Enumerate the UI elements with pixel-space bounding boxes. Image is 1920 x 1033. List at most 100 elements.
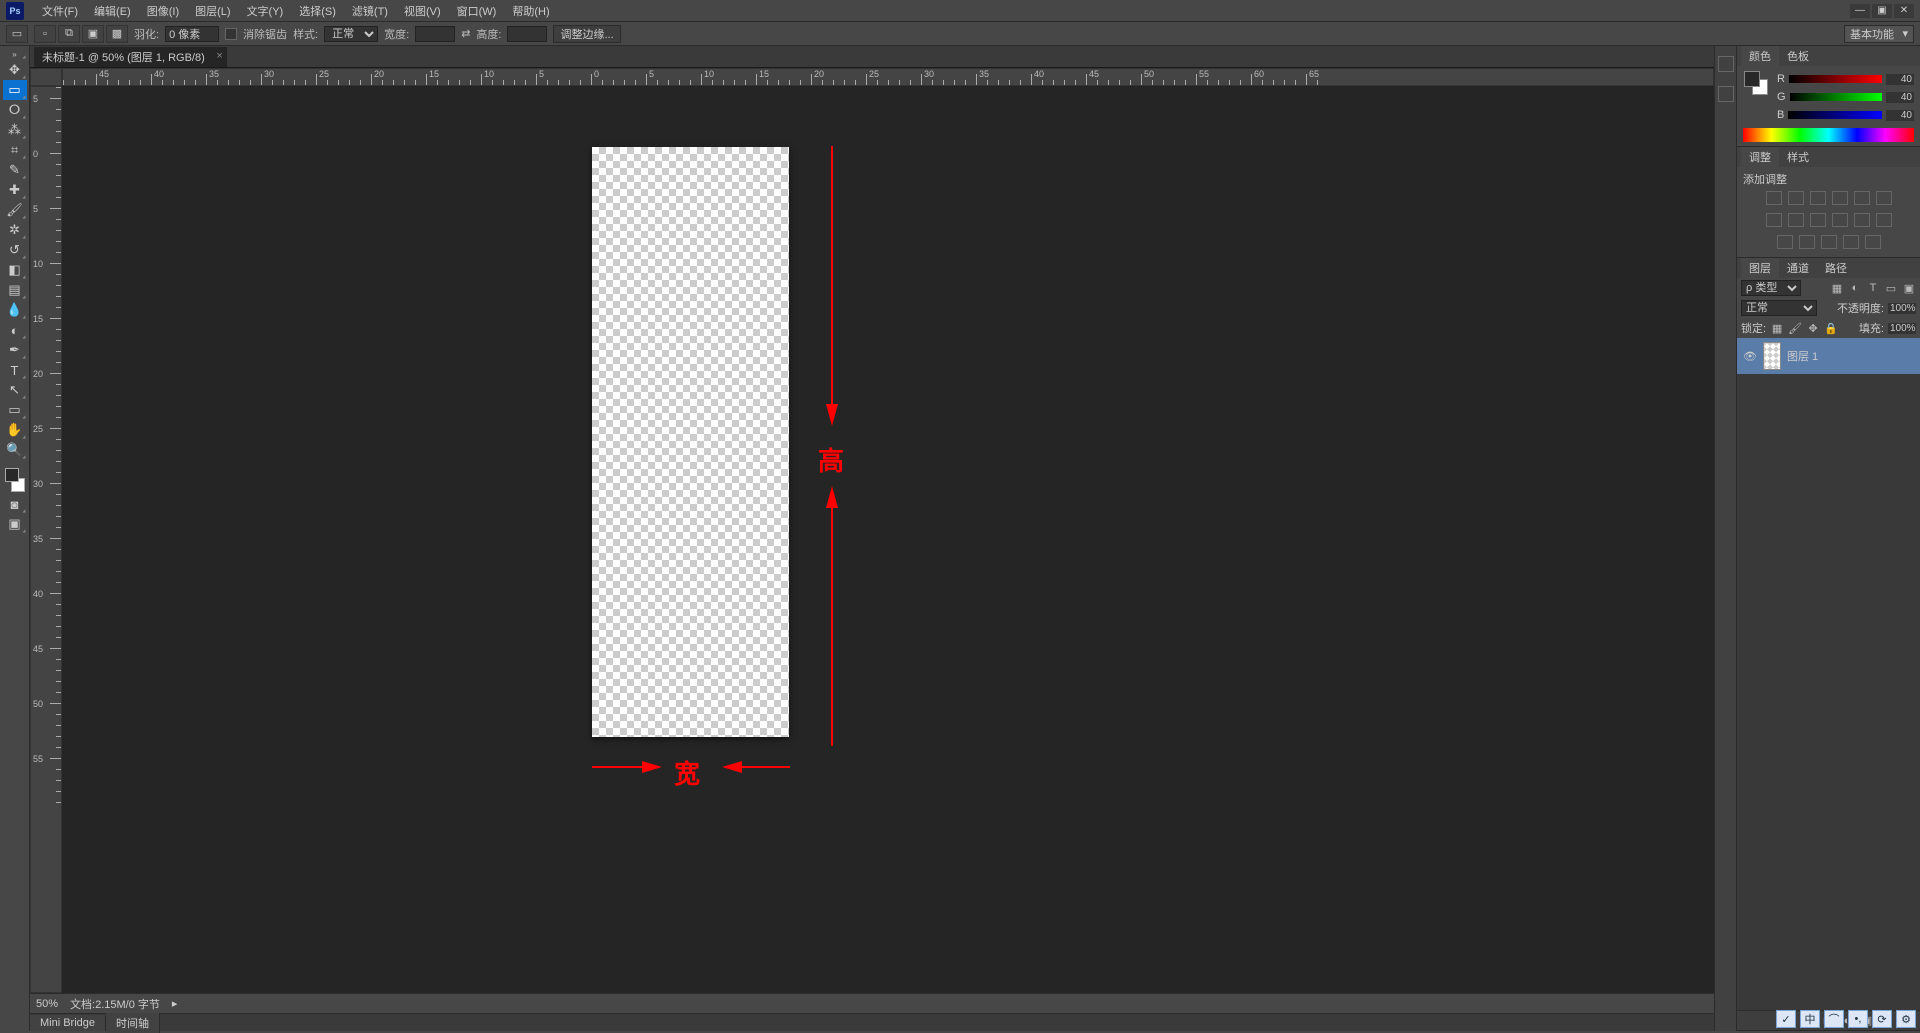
gradient-tool[interactable]: ▤ — [3, 280, 27, 300]
menu-edit[interactable]: 编辑(E) — [86, 0, 139, 22]
ruler-vertical[interactable]: 50510152025303540455055 — [30, 86, 62, 993]
b-value[interactable]: 40 — [1886, 110, 1914, 121]
sel-add-icon[interactable]: ⧉ — [58, 25, 80, 43]
tab-layers[interactable]: 图层 — [1741, 258, 1779, 278]
adj-brightness-icon[interactable] — [1766, 191, 1782, 205]
ime-btn-1[interactable]: ✓ — [1776, 1010, 1796, 1028]
shape-tool[interactable]: ▭ — [3, 400, 27, 420]
workspace-selector[interactable]: 基本功能▾ — [1844, 25, 1914, 43]
doc-info[interactable]: 文档:2.15M/0 字节 — [70, 996, 160, 1012]
adj-lookup-icon[interactable] — [1832, 213, 1848, 227]
menu-type[interactable]: 文字(Y) — [239, 0, 292, 22]
adj-poster-icon[interactable] — [1876, 213, 1892, 227]
ruler-horizontal[interactable]: 4540353025201510505101520253035404550556… — [62, 68, 1714, 86]
layer-name[interactable]: 图层 1 — [1787, 348, 1818, 364]
adj-invert-icon[interactable] — [1854, 213, 1870, 227]
adj-mixer-icon[interactable] — [1810, 213, 1826, 227]
layers-empty-area[interactable] — [1737, 374, 1920, 1010]
hand-tool[interactable]: ✋ — [3, 420, 27, 440]
adj-hue-icon[interactable] — [1876, 191, 1892, 205]
tab-adjust[interactable]: 调整 — [1741, 147, 1779, 167]
crop-tool[interactable]: ⌗ — [3, 140, 27, 160]
foreground-swatch[interactable] — [5, 468, 19, 482]
type-tool[interactable]: T — [3, 360, 27, 380]
collapse-icon[interactable]: » — [3, 48, 27, 60]
panel-swatches[interactable] — [1743, 70, 1769, 96]
pen-tool[interactable]: ✒ — [3, 340, 27, 360]
screenmode-tool[interactable]: ▣ — [3, 514, 27, 534]
filter-shape-icon[interactable]: ▭ — [1884, 281, 1898, 295]
b-slider[interactable] — [1788, 111, 1882, 119]
quickmask-tool[interactable]: ◙ — [3, 494, 27, 514]
tab-swatches[interactable]: 色板 — [1779, 46, 1817, 66]
adj-bw-icon[interactable] — [1766, 213, 1782, 227]
g-value[interactable]: 40 — [1886, 92, 1914, 103]
ime-btn-3[interactable]: ⌒ — [1824, 1010, 1844, 1028]
blend-mode-select[interactable]: 正常 — [1741, 300, 1817, 316]
lock-all-icon[interactable]: 🔒 — [1824, 321, 1838, 335]
menu-layer[interactable]: 图层(L) — [187, 0, 238, 22]
brush-tool[interactable]: 🖌 — [3, 200, 27, 220]
adj-selcolor-icon[interactable] — [1821, 235, 1837, 249]
canvas[interactable]: 高 宽 — [62, 86, 1714, 993]
filter-pixel-icon[interactable]: ▦ — [1830, 281, 1844, 295]
tab-timeline[interactable]: 时间轴 — [106, 1013, 160, 1033]
status-arrow-icon[interactable]: ▸ — [172, 997, 178, 1010]
stamp-tool[interactable]: ✲ — [3, 220, 27, 240]
maximize-button[interactable]: ▣ — [1872, 4, 1892, 18]
adj-extra2-icon[interactable] — [1865, 235, 1881, 249]
layer-kind-select[interactable]: ρ 类型 — [1741, 280, 1801, 296]
wand-tool[interactable]: ⁂ — [3, 120, 27, 140]
menu-filter[interactable]: 滤镜(T) — [344, 0, 396, 22]
blur-tool[interactable]: 💧 — [3, 300, 27, 320]
tool-preset-icon[interactable]: ▭ — [6, 25, 28, 43]
adj-vibrance-icon[interactable] — [1854, 191, 1870, 205]
adj-gradmap-icon[interactable] — [1799, 235, 1815, 249]
adj-exposure-icon[interactable] — [1832, 191, 1848, 205]
adj-levels-icon[interactable] — [1788, 191, 1804, 205]
document-tab[interactable]: 未标题-1 @ 50% (图层 1, RGB/8) × — [34, 47, 227, 67]
filter-adjust-icon[interactable]: ◐ — [1848, 281, 1862, 295]
style-select[interactable]: 正常 — [324, 26, 378, 42]
lock-pos-icon[interactable]: ✥ — [1806, 321, 1820, 335]
filter-type-icon[interactable]: T — [1866, 281, 1880, 295]
sel-intersect-icon[interactable]: ▩ — [106, 25, 128, 43]
adj-curves-icon[interactable] — [1810, 191, 1826, 205]
ime-btn-4[interactable]: •, — [1848, 1010, 1868, 1028]
path-sel-tool[interactable]: ↖ — [3, 380, 27, 400]
tab-paths[interactable]: 路径 — [1817, 258, 1855, 278]
ime-btn-5[interactable]: ⟳ — [1872, 1010, 1892, 1028]
menu-view[interactable]: 视图(V) — [396, 0, 449, 22]
layer-thumbnail[interactable] — [1763, 342, 1781, 370]
tab-channels[interactable]: 通道 — [1779, 258, 1817, 278]
adj-photo-icon[interactable] — [1788, 213, 1804, 227]
menu-image[interactable]: 图像(I) — [139, 0, 187, 22]
color-fg-bg[interactable] — [3, 466, 27, 494]
history-brush-tool[interactable]: ↺ — [3, 240, 27, 260]
minimize-button[interactable]: — — [1850, 4, 1870, 18]
lasso-tool[interactable]: ⵔ — [3, 100, 27, 120]
fill-value[interactable]: 100% — [1888, 323, 1916, 334]
refine-edge-button[interactable]: 调整边缘... — [553, 25, 620, 43]
tab-minibridge[interactable]: Mini Bridge — [30, 1015, 106, 1031]
heal-tool[interactable]: ✚ — [3, 180, 27, 200]
adj-extra1-icon[interactable] — [1843, 235, 1859, 249]
marquee-tool[interactable]: ▭ — [3, 80, 27, 100]
feather-input[interactable] — [165, 26, 219, 42]
close-tab-icon[interactable]: × — [216, 50, 222, 62]
adj-thresh-icon[interactable] — [1777, 235, 1793, 249]
ime-btn-2[interactable]: 中 — [1800, 1010, 1820, 1028]
spectrum-bar[interactable] — [1743, 128, 1914, 142]
lock-pixels-icon[interactable]: 🖌 — [1788, 321, 1802, 335]
menu-help[interactable]: 帮助(H) — [504, 0, 557, 22]
visibility-icon[interactable]: 👁 — [1743, 350, 1757, 363]
menu-window[interactable]: 窗口(W) — [449, 0, 505, 22]
move-tool[interactable]: ✥ — [3, 60, 27, 80]
eyedropper-tool[interactable]: ✎ — [3, 160, 27, 180]
opacity-value[interactable]: 100% — [1888, 303, 1916, 314]
ime-btn-6[interactable]: ⚙ — [1896, 1010, 1916, 1028]
dodge-tool[interactable]: ◐ — [3, 320, 27, 340]
properties-panel-icon[interactable] — [1718, 86, 1734, 102]
menu-file[interactable]: 文件(F) — [34, 0, 86, 22]
layer-item[interactable]: 👁 图层 1 — [1737, 338, 1920, 374]
